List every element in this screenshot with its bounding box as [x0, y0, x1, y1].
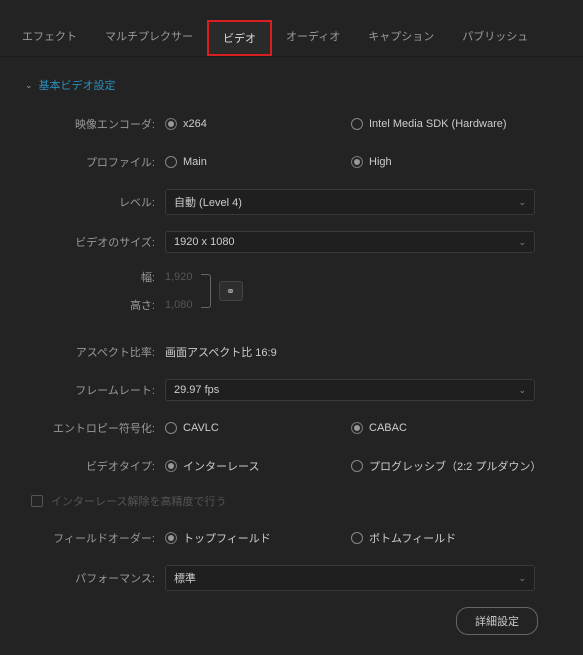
chevron-down-icon: ⌄: [518, 573, 526, 584]
videotype-interlace-radio[interactable]: [165, 460, 177, 472]
encoder-label: 映像エンコーダ:: [25, 116, 165, 132]
encoder-intel-radio[interactable]: [351, 118, 363, 130]
videotype-progressive-label: プログレッシブ（2:2 プルダウン）: [369, 458, 541, 474]
chevron-down-icon: ⌄: [518, 237, 526, 248]
profile-main-label: Main: [183, 156, 207, 168]
section-header[interactable]: ⌄ 基本ビデオ設定: [25, 77, 558, 93]
framerate-label: フレームレート:: [25, 382, 165, 398]
height-label: 高さ:: [25, 297, 165, 313]
advanced-settings-button[interactable]: 詳細設定: [456, 607, 538, 635]
profile-main-radio[interactable]: [165, 156, 177, 168]
fieldorder-top-radio[interactable]: [165, 532, 177, 544]
tab-publish[interactable]: パブリッシュ: [448, 20, 542, 56]
width-value[interactable]: 1,920: [165, 271, 193, 283]
aspect-value: 画面アスペクト比 16:9: [165, 344, 277, 360]
videotype-progressive-radio[interactable]: [351, 460, 363, 472]
video-settings-panel: ⌄ 基本ビデオ設定 映像エンコーダ: x264 Intel Media SDK …: [0, 57, 583, 655]
height-value[interactable]: 1,080: [165, 299, 193, 311]
encoder-intel-label: Intel Media SDK (Hardware): [369, 118, 507, 130]
videosize-value: 1920 x 1080: [174, 236, 235, 248]
entropy-cabac-radio[interactable]: [351, 422, 363, 434]
width-label: 幅:: [25, 269, 165, 285]
videotype-interlace-label: インターレース: [183, 458, 259, 474]
framerate-select[interactable]: 29.97 fps ⌄: [165, 379, 535, 401]
deinterlace-label: インターレース解除を高精度で行う: [51, 493, 226, 509]
chevron-down-icon: ⌄: [518, 197, 526, 208]
tab-audio[interactable]: オーディオ: [272, 20, 354, 56]
tab-effect[interactable]: エフェクト: [8, 20, 91, 56]
encoder-x264-radio[interactable]: [165, 118, 177, 130]
link-dimensions-button[interactable]: ⚭: [219, 281, 243, 301]
chevron-down-icon: ⌄: [518, 385, 526, 396]
framerate-value: 29.97 fps: [174, 384, 219, 396]
tab-caption[interactable]: キャプション: [354, 20, 448, 56]
tab-video[interactable]: ビデオ: [207, 20, 272, 56]
profile-label: プロファイル:: [25, 154, 165, 170]
aspect-label: アスペクト比率:: [25, 344, 165, 360]
level-select[interactable]: 自動 (Level 4) ⌄: [165, 189, 535, 215]
entropy-cavlc-label: CAVLC: [183, 422, 219, 434]
dimension-bracket: [201, 274, 211, 308]
deinterlace-checkbox[interactable]: [31, 495, 43, 507]
performance-label: パフォーマンス:: [25, 570, 165, 586]
chevron-down-icon: ⌄: [25, 80, 33, 91]
performance-select[interactable]: 標準 ⌄: [165, 565, 535, 591]
profile-high-label: High: [369, 156, 392, 168]
fieldorder-label: フィールドオーダー:: [25, 530, 165, 546]
fieldorder-top-label: トップフィールド: [183, 530, 271, 546]
performance-value: 標準: [174, 570, 196, 586]
encoder-x264-label: x264: [183, 118, 207, 130]
entropy-label: エントロピー符号化:: [25, 420, 165, 436]
level-value: 自動 (Level 4): [174, 194, 242, 210]
entropy-cavlc-radio[interactable]: [165, 422, 177, 434]
tab-multiplexer[interactable]: マルチプレクサー: [91, 20, 207, 56]
link-icon: ⚭: [226, 285, 235, 298]
fieldorder-bottom-label: ボトムフィールド: [369, 530, 456, 546]
entropy-cabac-label: CABAC: [369, 422, 407, 434]
section-title: 基本ビデオ設定: [39, 77, 116, 93]
videosize-label: ビデオのサイズ:: [25, 234, 165, 250]
profile-high-radio[interactable]: [351, 156, 363, 168]
level-label: レベル:: [25, 194, 165, 210]
fieldorder-bottom-radio[interactable]: [351, 532, 363, 544]
videosize-select[interactable]: 1920 x 1080 ⌄: [165, 231, 535, 253]
videotype-label: ビデオタイプ:: [25, 458, 165, 474]
tab-bar: エフェクト マルチプレクサー ビデオ オーディオ キャプション パブリッシュ: [0, 0, 583, 57]
